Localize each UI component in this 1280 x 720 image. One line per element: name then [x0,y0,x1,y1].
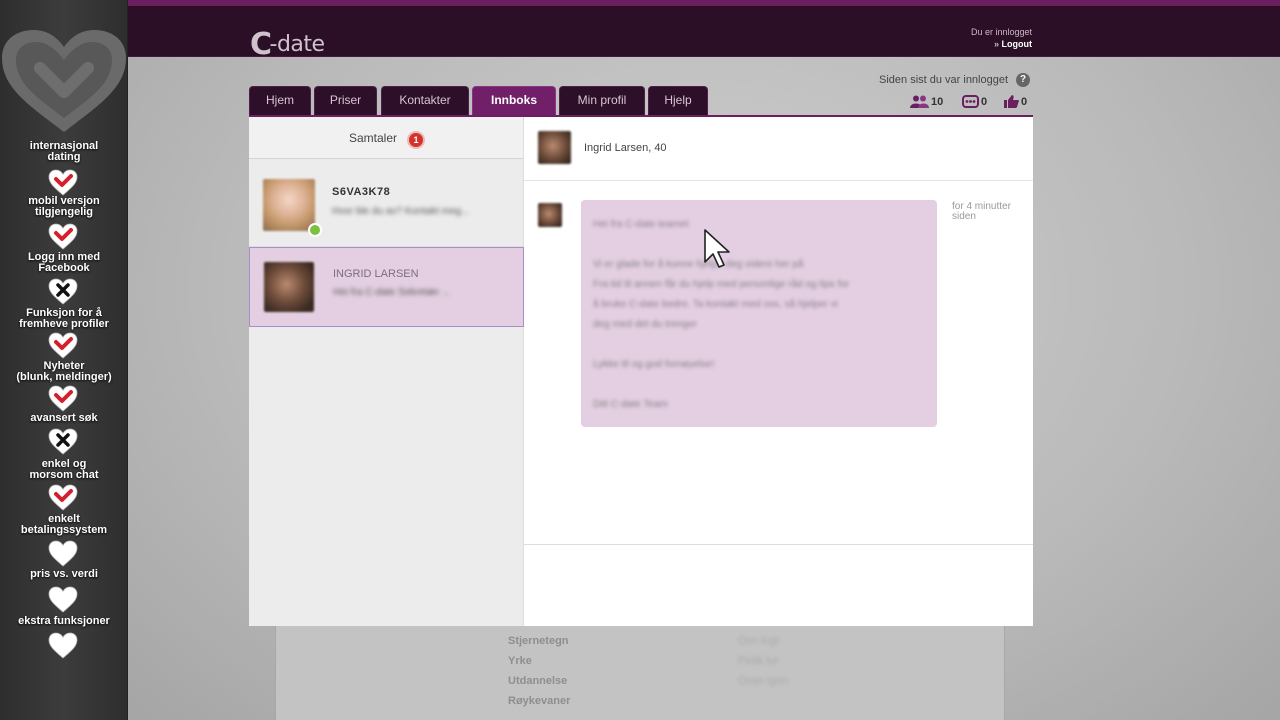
message-line: deg med det du trenger [593,319,697,330]
heart-icon [48,540,78,567]
tab-hjelp[interactable]: Hjelp [648,86,708,115]
profile-details: Stjernetegn Ovn lugt Yrke Pedk lur Utdan… [275,610,1005,720]
heart-check-icon [48,223,78,250]
feature-label: enkelt betalingssystem [0,514,128,536]
since-last-label: Siden sist du var innlogget [879,74,1009,86]
message-line: å bruke C-date bedre. Ta kontakt med oss… [593,299,838,310]
messages-icon [962,95,979,108]
message-avatar [538,203,562,227]
heart-icon [48,632,78,659]
tab-priser[interactable]: Priser [314,86,377,115]
heart-check-icon [48,332,78,359]
feature-label-line: ekstra funksjoner [18,615,110,627]
chat-header: Ingrid Larsen, 40 [524,117,1033,181]
profile-field-value: Pedk lur [738,655,779,667]
feature-label-line: avansert søk [30,412,98,424]
tab-innboks[interactable]: Innboks [472,86,556,115]
avatar [264,262,314,312]
message-line: Ditt C-date Team [593,399,668,410]
large-heart-icon [2,30,126,132]
feature-label-line: dating [47,151,81,163]
message-bubble: Hei fra C-date teamet Vi er glade for å … [581,200,937,427]
login-status: Du er innlogget Logout [971,26,1032,50]
conversation-name: S6VA3K78 [332,186,391,198]
conversations-title: Samtaler [349,131,398,145]
conversation-snippet: Hvor ble du av? Kontakt meg... [332,206,470,217]
message-line: Hei fra C-date teamet [593,219,689,230]
message-line: Lykke til og god fornøyelse! [593,359,715,370]
messages-count: 0 [981,96,988,108]
likes-count: 0 [1021,96,1028,108]
tab-min-profil[interactable]: Min profil [559,86,645,115]
visitors-stat[interactable]: 10 [910,95,943,108]
profile-field-label: Stjernetegn [508,635,569,647]
visitors-count: 10 [931,96,944,108]
feature-label: ekstra funksjoner [0,616,128,627]
likes-stat[interactable]: 0 [1004,95,1027,108]
feature-label: internasjonal dating [0,141,128,163]
profile-field-value: Ovan lgnn [738,675,789,687]
message-timestamp: for 4 minutter siden [952,201,1011,222]
chat-pane: Ingrid Larsen, 40 Hei fra C-date teamet … [524,117,1033,626]
heart-cross-icon [48,428,78,455]
feature-label-line: pris vs. verdi [30,568,98,580]
conversation-name: INGRID LARSEN [333,268,419,280]
contact-avatar [538,131,571,164]
mouse-cursor-icon [704,229,730,268]
feature-label: Logg inn med Facebook [0,252,128,274]
feature-label: avansert søk [0,413,128,424]
heart-check-icon [48,385,78,412]
logged-in-label: Du er innlogget [970,27,1032,37]
heart-cross-icon [48,278,78,305]
profile-field-value: Ovn lugt [738,635,779,647]
cdate-logo[interactable]: C-date [250,24,325,62]
top-header: C-date Du er innlogget Logout [0,0,1280,62]
feature-label-line: (blunk, meldinger) [16,371,112,383]
feature-label: pris vs. verdi [0,569,128,580]
heart-check-icon [48,169,78,196]
conversation-list-header: Samtaler 1 [249,117,523,159]
feature-label: mobil versjon tilgjengelig [0,196,128,218]
help-icon[interactable]: ? [1016,73,1030,87]
tab-hjem[interactable]: Hjem [249,86,311,115]
message-line: Vi er glade for å kunne hjelpe deg vider… [593,259,804,270]
heart-check-icon [48,484,78,511]
thumbs-up-icon [1004,95,1019,108]
profile-field-label: Yrke [508,655,532,667]
avatar [263,179,315,231]
feature-label-line: morsom chat [29,469,99,481]
profile-field-label: Røykevaner [508,695,571,707]
feature-label-line: Facebook [38,262,90,274]
feature-label: enkel og morsom chat [0,459,128,481]
profile-field-label: Utdannelse [508,675,568,687]
conversation-snippet: Hei fra C-date Sekretær ... [333,287,451,298]
feature-label-line: tilgjengelig [34,206,94,218]
feature-label-line: fremheve profiler [19,318,109,330]
online-indicator [308,223,322,237]
feature-label: Nyheter (blunk, meldinger) [0,361,128,383]
message-line: Fra tid til annen får du hjelp med perso… [593,279,850,290]
message-compose-area[interactable] [524,544,1033,626]
people-icon [910,95,929,108]
feature-label: Funksjon for å fremheve profiler [0,308,128,330]
inbox-panel: Samtaler 1 S6VA3K78 Hvor ble du av? Kont… [249,115,1033,626]
conversation-list: Samtaler 1 S6VA3K78 Hvor ble du av? Kont… [249,117,524,626]
logout-link[interactable]: Logout [971,38,1033,50]
contact-name[interactable]: Ingrid Larsen, 40 [584,142,667,154]
unread-badge: 1 [407,131,425,149]
heart-icon [48,586,78,613]
feature-sidebar: internasjonal dating mobil versjon tilgjeng… [0,0,128,720]
feature-label-line: betalingssystem [20,524,108,536]
conversation-item-selected[interactable]: INGRID LARSEN Hei fra C-date Sekretær ..… [249,247,524,327]
messages-stat[interactable]: 0 [962,95,987,108]
tab-kontakter[interactable]: Kontakter [381,86,469,115]
conversation-item[interactable]: S6VA3K78 Hvor ble du av? Kontakt meg... [249,167,524,247]
